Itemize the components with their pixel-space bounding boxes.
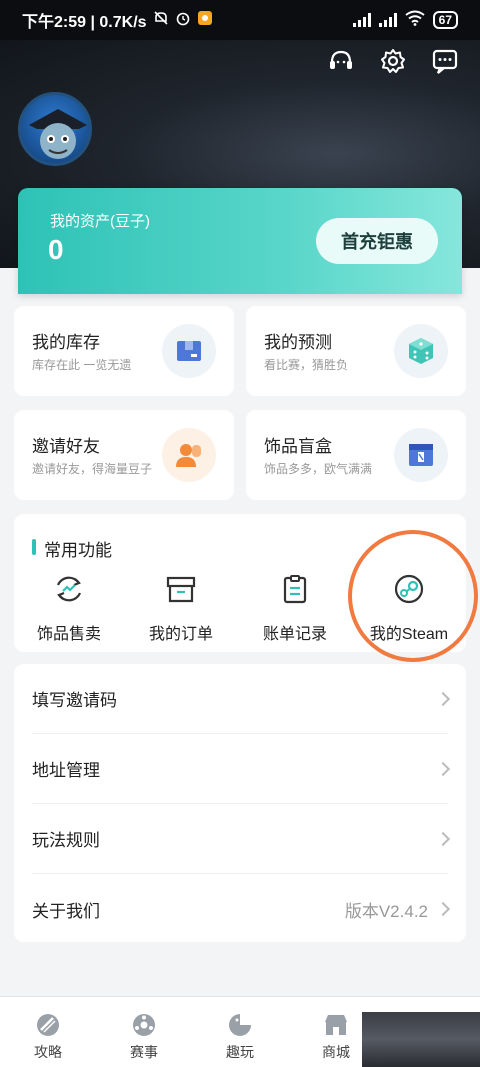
- chevron-right-icon: [435, 761, 451, 776]
- func-steam[interactable]: 我的Steam: [354, 572, 464, 644]
- nav-fun-label: 趣玩: [226, 1044, 254, 1060]
- status-time: 下午2:59 | 0.7K/s: [22, 14, 147, 31]
- prediction-subtitle: 看比赛，猜胜负: [264, 358, 349, 372]
- signal-icon: [352, 13, 371, 27]
- menu-item-invite-code[interactable]: 填写邀请码: [32, 664, 451, 734]
- signal-icon-2: [378, 13, 397, 27]
- inventory-card[interactable]: 我的库存 库存在此 一览无遗: [14, 306, 234, 396]
- settings-menu: 填写邀请码 地址管理 玩法规则 关于我们 版本V2.4.2: [14, 664, 466, 942]
- sell-icon: [52, 572, 86, 606]
- battery-indicator: 67: [432, 11, 458, 29]
- invite-title: 邀请好友: [32, 437, 100, 456]
- first-charge-button[interactable]: 首充钜惠: [316, 218, 438, 264]
- store-icon: [322, 1011, 350, 1039]
- chevron-right-icon: [435, 901, 451, 917]
- func-orders[interactable]: 我的订单: [126, 572, 236, 644]
- headset-icon[interactable]: [326, 46, 356, 76]
- nav-events[interactable]: 赛事: [114, 1011, 174, 1062]
- blind-box-icon: [394, 428, 448, 482]
- guide-icon: [34, 1011, 62, 1039]
- dice-icon: [394, 324, 448, 378]
- menu-item-label: 填写邀请码: [32, 691, 117, 710]
- asset-card: 我的资产(豆子) 0 首充钜惠: [18, 188, 462, 294]
- gear-icon[interactable]: [378, 46, 408, 76]
- status-bar: 下午2:59 | 0.7K/s 67: [0, 0, 480, 40]
- asset-label: 我的资产(豆子): [50, 213, 150, 230]
- blind-box-subtitle: 饰品多多，欧气满满: [264, 462, 373, 476]
- inventory-title: 我的库存: [32, 333, 100, 352]
- asset-value: 0: [48, 234, 64, 265]
- overlay-thumbnail: [362, 1012, 480, 1067]
- order-icon: [164, 572, 198, 606]
- func-sell[interactable]: 饰品售卖: [14, 572, 124, 644]
- menu-item-label: 关于我们: [32, 901, 100, 921]
- chevron-right-icon: [435, 831, 451, 846]
- menu-item-address[interactable]: 地址管理: [32, 734, 451, 804]
- app-notification-icon: [197, 10, 213, 31]
- common-functions-panel: 常用功能 饰品售卖 我的订单 账单记录 我的Steam: [14, 514, 466, 652]
- invite-subtitle: 邀请好友，得海量豆子: [32, 462, 153, 476]
- menu-item-about[interactable]: 关于我们 版本V2.4.2: [32, 874, 451, 944]
- prediction-title: 我的预测: [264, 333, 332, 352]
- menu-item-label: 玩法规则: [32, 831, 100, 850]
- invite-friends-card[interactable]: 邀请好友 邀请好友，得海量豆子: [14, 410, 234, 500]
- func-sell-label: 饰品售卖: [36, 626, 101, 643]
- common-functions-title: 常用功能: [32, 536, 112, 561]
- nav-events-label: 赛事: [130, 1044, 158, 1060]
- func-orders-label: 我的订单: [148, 626, 213, 643]
- blind-box-title: 饰品盲盒: [264, 437, 332, 456]
- blind-box-card[interactable]: 饰品盲盒 饰品多多，欧气满满: [246, 410, 466, 500]
- alarm-icon: [175, 10, 191, 31]
- steam-icon: [392, 572, 426, 606]
- menu-item-label: 地址管理: [32, 761, 100, 780]
- nav-fun[interactable]: 趣玩: [210, 1011, 270, 1062]
- menu-item-rules[interactable]: 玩法规则: [32, 804, 451, 874]
- game-icon: [226, 1011, 254, 1039]
- func-steam-label: 我的Steam: [369, 626, 449, 643]
- inventory-subtitle: 库存在此 一览无遗: [32, 358, 132, 372]
- football-icon: [130, 1011, 158, 1039]
- inventory-box-icon: [162, 324, 216, 378]
- func-bills-label: 账单记录: [262, 626, 327, 643]
- nav-store-label: 商城: [322, 1044, 350, 1060]
- version-text: 版本V2.4.2: [344, 901, 428, 921]
- bill-icon: [278, 572, 312, 606]
- friends-icon: [162, 428, 216, 482]
- nav-store[interactable]: 商城: [306, 1011, 366, 1062]
- prediction-card[interactable]: 我的预测 看比赛，猜胜负: [246, 306, 466, 396]
- message-icon[interactable]: [430, 46, 460, 76]
- mute-icon: [153, 10, 169, 31]
- avatar[interactable]: [18, 92, 92, 166]
- func-bills[interactable]: 账单记录: [240, 572, 350, 644]
- nav-guide-label: 攻略: [34, 1044, 62, 1060]
- chevron-right-icon: [435, 691, 451, 706]
- wifi-icon: [405, 10, 425, 31]
- nav-guide[interactable]: 攻略: [18, 1011, 78, 1062]
